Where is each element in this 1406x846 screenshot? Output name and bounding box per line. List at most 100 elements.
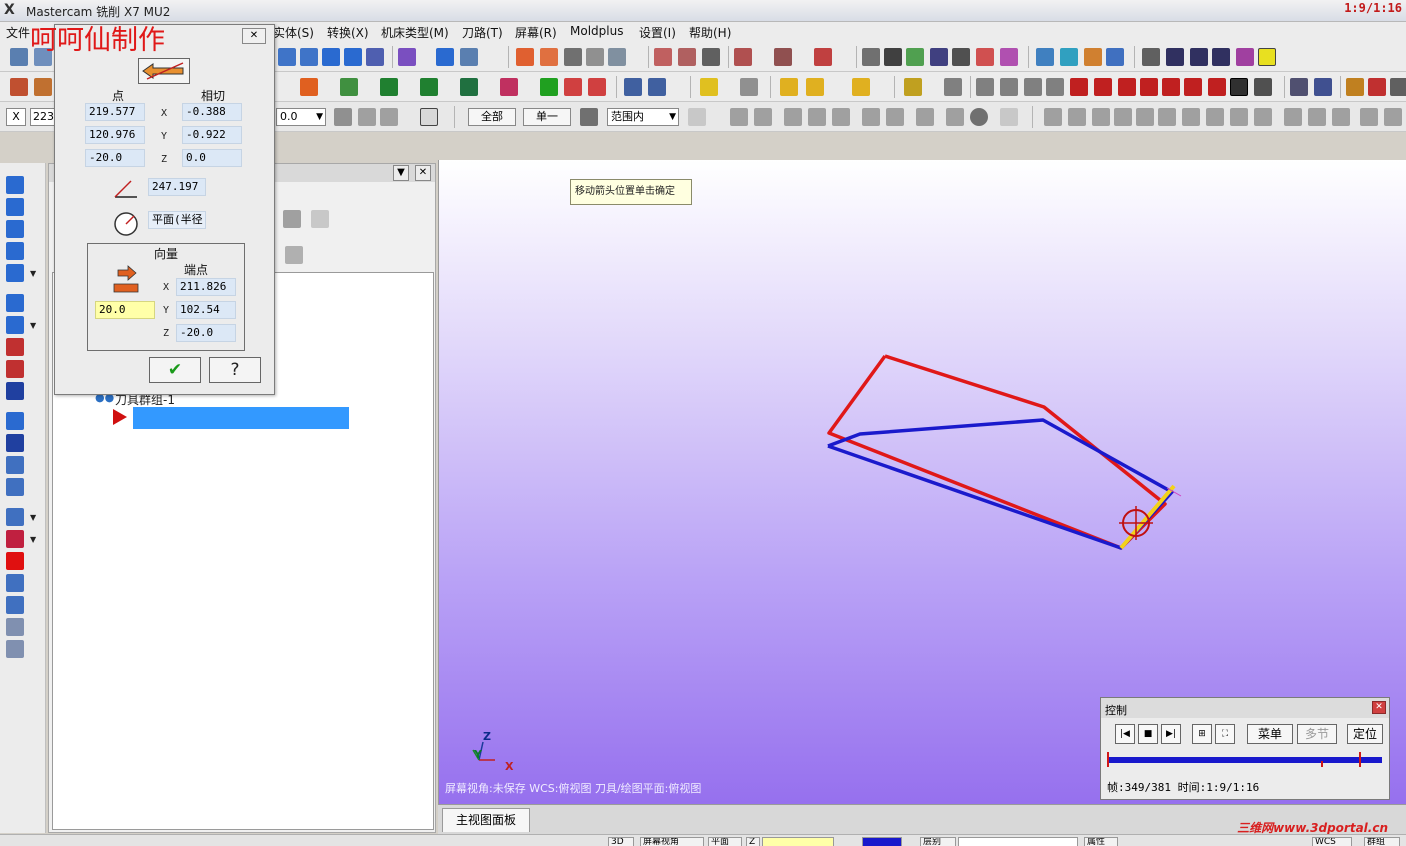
undo-select-icon[interactable]: [886, 108, 904, 126]
wire-cube-2-icon[interactable]: [6, 640, 24, 658]
status-z-field[interactable]: [762, 837, 834, 846]
level-icon[interactable]: [904, 78, 922, 96]
status-attributes[interactable]: 属性: [1084, 837, 1118, 846]
multi-section-button[interactable]: 多节: [1297, 724, 1337, 744]
cube-icon[interactable]: [1036, 48, 1054, 66]
snap-settings-icon[interactable]: [1254, 78, 1272, 96]
backplot-icon[interactable]: [678, 48, 696, 66]
v-dim-icon[interactable]: [1000, 78, 1018, 96]
status-level-field[interactable]: [958, 837, 1078, 846]
verify-icon[interactable]: [654, 48, 672, 66]
body-icon[interactable]: [808, 108, 826, 126]
layout-solid-icon[interactable]: [6, 530, 24, 548]
toolpath-icon[interactable]: [278, 48, 296, 66]
top-view-icon[interactable]: [1166, 48, 1184, 66]
trim-icon[interactable]: [624, 78, 642, 96]
help-button[interactable]: ?: [209, 357, 261, 383]
quadrant-icon[interactable]: [1208, 78, 1226, 96]
grid-view-icon[interactable]: [6, 508, 24, 526]
layout-icon[interactable]: [460, 48, 478, 66]
endpoint-z-field[interactable]: -20.0: [176, 324, 236, 342]
xform-scale-icon[interactable]: [1092, 108, 1110, 126]
circle-icon[interactable]: [970, 108, 988, 126]
grid-icon[interactable]: [436, 48, 454, 66]
z-depth-combo[interactable]: 0.0 ▼: [276, 108, 326, 126]
chamfer-icon[interactable]: [588, 78, 606, 96]
wire-cube-icon[interactable]: [6, 618, 24, 636]
tangent-y-field[interactable]: -0.922: [182, 126, 242, 144]
question-icon[interactable]: [1000, 108, 1018, 126]
xform-array-icon[interactable]: [1182, 108, 1200, 126]
plus-icon[interactable]: [1184, 78, 1202, 96]
tangent-icon[interactable]: [1162, 78, 1180, 96]
no-entry-icon[interactable]: [946, 108, 964, 126]
cross-icon[interactable]: [1140, 78, 1158, 96]
chain-icon[interactable]: [300, 48, 318, 66]
layer-icon[interactable]: [6, 456, 24, 474]
close-icon[interactable]: ✕: [1372, 701, 1386, 714]
scale-icon[interactable]: [944, 78, 962, 96]
find-feature-icon[interactable]: [6, 596, 24, 614]
gview-icon[interactable]: [1236, 48, 1254, 66]
point-icon[interactable]: [300, 78, 318, 96]
highlight-icon[interactable]: [1258, 48, 1276, 66]
spline-icon[interactable]: [500, 78, 518, 96]
drill-icon[interactable]: [344, 48, 362, 66]
close-icon[interactable]: ✕: [415, 165, 431, 181]
menu-machine-type[interactable]: 机床类型(M): [381, 24, 449, 41]
simulate-icon[interactable]: [774, 48, 792, 66]
alert-icon[interactable]: [358, 108, 376, 126]
solid-select-icon[interactable]: [754, 108, 772, 126]
playback-slider[interactable]: [1107, 757, 1382, 763]
edge-icon[interactable]: [832, 108, 850, 126]
help-icon[interactable]: [311, 210, 329, 228]
status-wcs[interactable]: WCS: [1312, 837, 1352, 846]
select-all-button[interactable]: 全部: [468, 108, 516, 126]
tool-icon[interactable]: [586, 48, 604, 66]
post-icon[interactable]: [734, 48, 752, 66]
menu-toolpaths[interactable]: 刀路(T): [462, 24, 503, 41]
insert-arrow-icon[interactable]: [113, 409, 127, 425]
status-level[interactable]: 层别: [920, 837, 956, 846]
select-mode-icon[interactable]: [580, 108, 598, 126]
status-3d[interactable]: 3D: [608, 837, 634, 846]
point-z-field[interactable]: -20.0: [85, 149, 145, 167]
thicken-icon[interactable]: [6, 434, 24, 452]
point-x-field[interactable]: 219.577: [85, 103, 145, 121]
marker-icon[interactable]: [852, 78, 870, 96]
endpoint-x-field[interactable]: 211.826: [176, 278, 236, 296]
direction-toggle-button[interactable]: [138, 58, 190, 84]
status-z[interactable]: Z: [746, 837, 760, 846]
tangent-z-field[interactable]: 0.0: [182, 149, 242, 167]
xform-rotate-icon[interactable]: [1068, 108, 1086, 126]
list-icon[interactable]: [540, 48, 558, 66]
help-icon[interactable]: [420, 108, 438, 126]
menu-file[interactable]: 文件: [6, 24, 30, 41]
contour-icon[interactable]: [322, 48, 340, 66]
zoom-window-icon[interactable]: ⛶: [1215, 724, 1235, 744]
boolean-icon[interactable]: [6, 294, 24, 312]
menu-help[interactable]: 帮助(H): [689, 24, 731, 41]
xform-nest-icon[interactable]: [1308, 108, 1326, 126]
status-color-swatch[interactable]: [862, 837, 902, 846]
plane-icon[interactable]: [976, 48, 994, 66]
cutter-icon[interactable]: [814, 48, 832, 66]
ruler-icon[interactable]: [564, 48, 582, 66]
stop-button[interactable]: ■: [1138, 724, 1158, 744]
dim-edit-icon[interactable]: [1024, 78, 1042, 96]
pointer-icon[interactable]: [730, 108, 748, 126]
h-dim-icon[interactable]: [976, 78, 994, 96]
draft-icon[interactable]: [6, 412, 24, 430]
heal-icon[interactable]: [6, 574, 24, 592]
xform-offset-icon[interactable]: [1136, 108, 1154, 126]
plane-radius-field[interactable]: 平面(半径: [148, 211, 206, 229]
xform-wrap-icon[interactable]: [1206, 108, 1224, 126]
intersect-icon[interactable]: [1070, 78, 1088, 96]
arc-icon[interactable]: [420, 78, 438, 96]
lock-icon[interactable]: [283, 210, 301, 228]
shell-icon[interactable]: [6, 360, 24, 378]
xform-stretch-icon[interactable]: [1254, 108, 1272, 126]
chamfer-solid-icon[interactable]: [6, 338, 24, 356]
box-icon[interactable]: [1142, 48, 1160, 66]
fillet-icon[interactable]: [564, 78, 582, 96]
